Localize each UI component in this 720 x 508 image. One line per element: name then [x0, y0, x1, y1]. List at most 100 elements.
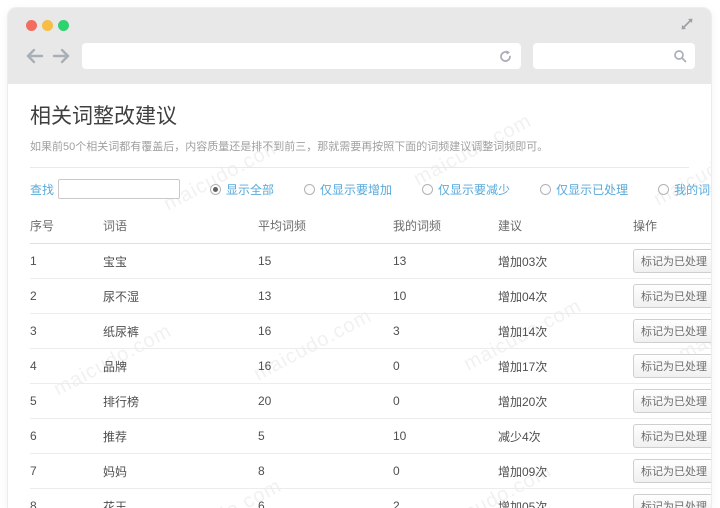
row-suggestion: 增加20次: [498, 384, 633, 419]
row-word: 宝宝: [103, 244, 258, 279]
mark-processed-button[interactable]: 标记为已处理: [633, 249, 711, 273]
filter-radio-3[interactable]: 仅显示已处理: [540, 181, 628, 198]
row-suggestion: 增加03次: [498, 244, 633, 279]
window-controls: [26, 20, 69, 31]
row-my-freq: 0: [393, 349, 498, 384]
col-header-my-freq: 我的词频: [393, 209, 498, 244]
filter-radio-2[interactable]: 仅显示要减少: [422, 181, 510, 198]
table-row: 3纸尿裤163增加14次标记为已处理: [30, 314, 711, 349]
row-action-cell: 标记为已处理: [633, 349, 711, 384]
find-input[interactable]: [58, 179, 180, 199]
row-action-cell: 标记为已处理: [633, 489, 711, 508]
search-bar[interactable]: [533, 43, 695, 69]
row-avg-freq: 20: [258, 384, 393, 419]
table-row: 6推荐510减少4次标记为已处理: [30, 419, 711, 454]
mark-processed-button[interactable]: 标记为已处理: [633, 284, 711, 308]
row-my-freq: 13: [393, 244, 498, 279]
table-row: 1宝宝1513增加03次标记为已处理: [30, 244, 711, 279]
row-action-cell: 标记为已处理: [633, 384, 711, 419]
radio-icon[interactable]: [210, 184, 221, 195]
row-word: 花王: [103, 489, 258, 508]
browser-toolbar: [8, 42, 711, 70]
row-suggestion: 增加09次: [498, 454, 633, 489]
address-bar[interactable]: [82, 43, 521, 69]
col-header-index: 序号: [30, 209, 103, 244]
radio-label: 显示全部: [226, 181, 274, 198]
find-label: 查找: [30, 181, 54, 198]
row-avg-freq: 16: [258, 349, 393, 384]
filter-radio-1[interactable]: 仅显示要增加: [304, 181, 392, 198]
radio-icon[interactable]: [422, 184, 433, 195]
page-subtitle: 如果前50个相关词都有覆盖后，内容质量还是排不到前三，那就需要再按照下面的词频建…: [30, 138, 689, 168]
mark-processed-button[interactable]: 标记为已处理: [633, 319, 711, 343]
row-index: 1: [30, 244, 103, 279]
row-action-cell: 标记为已处理: [633, 419, 711, 454]
row-index: 3: [30, 314, 103, 349]
row-suggestion: 增加14次: [498, 314, 633, 349]
radio-icon[interactable]: [304, 184, 315, 195]
col-header-suggestion: 建议: [498, 209, 633, 244]
row-word: 推荐: [103, 419, 258, 454]
browser-chrome: [8, 8, 711, 84]
row-index: 8: [30, 489, 103, 508]
radio-label: 仅显示要减少: [438, 181, 510, 198]
browser-window: maicudo.commaicudo.commaicudo.commaicudo…: [8, 8, 711, 508]
row-my-freq: 0: [393, 384, 498, 419]
table-row: 8花王62增加05次标记为已处理: [30, 489, 711, 508]
forward-button[interactable]: [50, 46, 72, 66]
col-header-word: 词语: [103, 209, 258, 244]
filter-radio-0[interactable]: 显示全部: [210, 181, 274, 198]
row-word: 品牌: [103, 349, 258, 384]
row-avg-freq: 8: [258, 454, 393, 489]
minimize-window-button[interactable]: [42, 20, 53, 31]
page-title: 相关词整改建议: [30, 100, 697, 130]
row-my-freq: 2: [393, 489, 498, 508]
row-suggestion: 增加05次: [498, 489, 633, 508]
row-action-cell: 标记为已处理: [633, 244, 711, 279]
row-my-freq: 3: [393, 314, 498, 349]
row-word: 排行榜: [103, 384, 258, 419]
mark-processed-button[interactable]: 标记为已处理: [633, 389, 711, 413]
row-my-freq: 0: [393, 454, 498, 489]
radio-icon[interactable]: [658, 184, 669, 195]
close-window-button[interactable]: [26, 20, 37, 31]
page-content: maicudo.commaicudo.commaicudo.commaicudo…: [8, 84, 711, 508]
row-action-cell: 标记为已处理: [633, 279, 711, 314]
table-row: 4品牌160增加17次标记为已处理: [30, 349, 711, 384]
row-suggestion: 增加04次: [498, 279, 633, 314]
radio-icon[interactable]: [540, 184, 551, 195]
table-row: 5排行榜200增加20次标记为已处理: [30, 384, 711, 419]
mark-processed-button[interactable]: 标记为已处理: [633, 354, 711, 378]
filter-bar: 查找 显示全部仅显示要增加仅显示要减少仅显示已处理我的词频是0: [22, 168, 697, 209]
keyword-table: 序号 词语 平均词频 我的词频 建议 操作 1宝宝1513增加03次标记为已处理…: [30, 209, 711, 508]
back-button[interactable]: [24, 46, 46, 66]
row-index: 7: [30, 454, 103, 489]
row-action-cell: 标记为已处理: [633, 314, 711, 349]
mark-processed-button[interactable]: 标记为已处理: [633, 494, 711, 508]
row-word: 纸尿裤: [103, 314, 258, 349]
refresh-icon[interactable]: [498, 49, 513, 64]
filter-radio-4[interactable]: 我的词频是0: [658, 181, 711, 198]
row-avg-freq: 13: [258, 279, 393, 314]
row-my-freq: 10: [393, 279, 498, 314]
radio-label: 仅显示要增加: [320, 181, 392, 198]
maximize-window-button[interactable]: [58, 20, 69, 31]
mark-processed-button[interactable]: 标记为已处理: [633, 424, 711, 448]
radio-label: 仅显示已处理: [556, 181, 628, 198]
col-header-action: 操作: [633, 209, 711, 244]
row-avg-freq: 15: [258, 244, 393, 279]
expand-icon[interactable]: [679, 16, 695, 32]
radio-label: 我的词频是0: [674, 181, 711, 198]
mark-processed-button[interactable]: 标记为已处理: [633, 459, 711, 483]
row-action-cell: 标记为已处理: [633, 454, 711, 489]
row-word: 尿不湿: [103, 279, 258, 314]
row-suggestion: 增加17次: [498, 349, 633, 384]
row-my-freq: 10: [393, 419, 498, 454]
row-index: 6: [30, 419, 103, 454]
row-suggestion: 减少4次: [498, 419, 633, 454]
row-word: 妈妈: [103, 454, 258, 489]
row-index: 2: [30, 279, 103, 314]
search-icon[interactable]: [673, 49, 687, 63]
row-avg-freq: 16: [258, 314, 393, 349]
row-index: 5: [30, 384, 103, 419]
